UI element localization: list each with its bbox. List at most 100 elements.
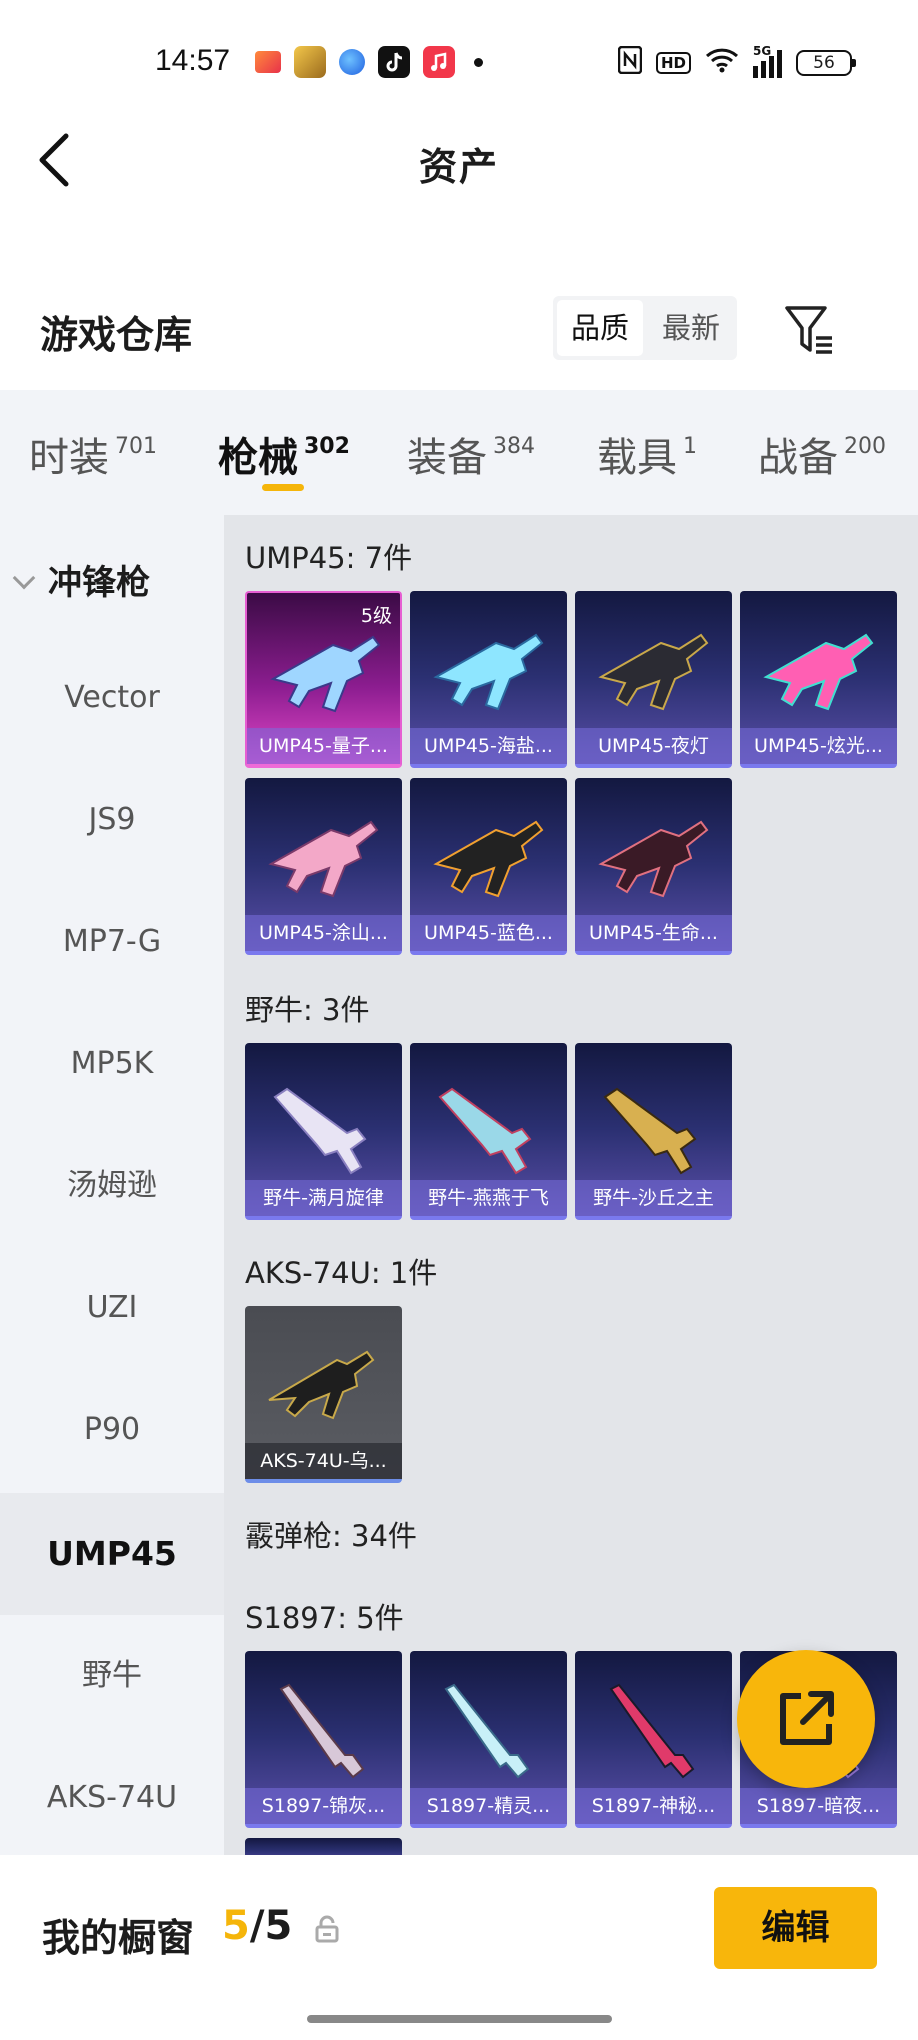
signal-icon: 5G	[753, 44, 782, 78]
smg-icon	[268, 820, 379, 898]
skin-card[interactable]: UMP45-夜灯	[575, 591, 732, 768]
tab-gear[interactable]: 战备 200	[758, 425, 886, 483]
network-type: 5G	[753, 43, 772, 58]
showcase-title: 我的橱窗	[42, 1916, 195, 1960]
battery-icon: 56	[796, 49, 856, 76]
sidebar-item-uzi[interactable]: UZI	[0, 1247, 224, 1369]
browser-notification-icon	[339, 49, 365, 75]
skin-card[interactable]: S1897-锦灰...	[245, 1651, 402, 1828]
smg-icon	[270, 635, 381, 713]
smg-icon	[273, 1087, 367, 1175]
skin-name: UMP45-炫光...	[740, 728, 897, 764]
sidebar-item-ump45[interactable]: UMP45	[0, 1493, 224, 1615]
skin-card[interactable]: 野牛-满月旋律	[245, 1043, 402, 1220]
skin-name: UMP45-生命...	[575, 915, 732, 951]
sort-by-newest[interactable]: 最新	[648, 300, 734, 356]
sidebar-item-p90[interactable]: P90	[0, 1369, 224, 1491]
group-title: S1897: 5件	[245, 1601, 404, 1635]
filter-icon	[785, 306, 832, 354]
tiktok-notification-icon	[378, 46, 410, 78]
tab-count: 701	[115, 434, 157, 459]
music-notification-icon	[423, 46, 455, 78]
level-badge: 5级	[360, 605, 392, 627]
tab-count: 1	[683, 434, 697, 459]
skin-name: UMP45-夜灯	[575, 728, 732, 764]
skin-card[interactable]: UMP45-生命...	[575, 778, 732, 955]
tab-count: 200	[844, 434, 886, 459]
skin-name: S1897-锦灰...	[245, 1788, 402, 1824]
smg-icon	[433, 820, 544, 898]
sidebar-item-aks74u[interactable]: AKS-74U	[0, 1737, 224, 1859]
skin-card[interactable]: 5级 UMP45-量子...	[245, 591, 402, 768]
external-link-icon	[780, 1691, 834, 1745]
group-title: 霰弹枪: 34件	[245, 1519, 417, 1553]
skin-card-partial[interactable]	[245, 1838, 402, 1855]
tab-outfit[interactable]: 时装 701	[29, 425, 157, 483]
active-tab-indicator	[262, 484, 304, 491]
skin-card[interactable]: UMP45-炫光...	[740, 591, 897, 768]
notification-icons	[255, 46, 483, 78]
sidebar-item-bizon[interactable]: 野牛	[0, 1615, 224, 1737]
skin-name: S1897-精灵...	[410, 1788, 567, 1824]
skin-name: 野牛-燕燕于飞	[410, 1180, 567, 1216]
more-notifications-icon	[474, 57, 483, 67]
skin-name: UMP45-涂山...	[245, 915, 402, 951]
chevron-down-icon	[12, 566, 36, 590]
skin-name: S1897-暗夜...	[740, 1788, 897, 1824]
skin-card[interactable]: S1897-神秘...	[575, 1651, 732, 1828]
app-screen: 14:57 HD 5G 56 资产 游戏仓库 品质 最新 时装 701 枪械 3…	[0, 0, 918, 2040]
rifle-icon	[268, 1350, 375, 1420]
app-notification-icon	[255, 51, 281, 73]
smg-icon	[433, 633, 544, 711]
skin-card[interactable]: UMP45-涂山...	[245, 778, 402, 955]
sort-toggle: 品质 最新	[553, 296, 737, 360]
skin-card[interactable]: S1897-精灵...	[410, 1651, 567, 1828]
sidebar-item-js9[interactable]: JS9	[0, 759, 224, 881]
showcase-count: 5/5	[222, 1903, 293, 1949]
tab-equipment[interactable]: 装备 384	[407, 425, 535, 483]
lock-icon	[315, 1915, 339, 1943]
skin-name: 野牛-沙丘之主	[575, 1180, 732, 1216]
filter-button[interactable]	[783, 302, 839, 358]
nfc-icon	[617, 45, 643, 79]
edit-button[interactable]: 编辑	[714, 1887, 877, 1969]
skin-card[interactable]: 野牛-燕燕于飞	[410, 1043, 567, 1220]
hd-icon: HD	[655, 51, 691, 74]
skin-name: 野牛-满月旋律	[245, 1180, 402, 1216]
page-title: 资产	[418, 145, 499, 189]
skin-card[interactable]: 野牛-沙丘之主	[575, 1043, 732, 1220]
game-notification-icon	[294, 46, 326, 78]
system-icons: HD 5G 56	[617, 44, 856, 79]
skin-card[interactable]: AKS-74U-乌...	[245, 1306, 402, 1483]
share-button[interactable]	[737, 1650, 875, 1788]
tab-vehicles[interactable]: 载具 1	[597, 425, 697, 483]
smg-icon	[598, 820, 709, 898]
sidebar-item-mp5k[interactable]: MP5K	[0, 1003, 224, 1125]
group-title: AKS-74U: 1件	[245, 1256, 438, 1290]
smg-icon	[603, 1087, 697, 1175]
group-title: 野牛: 3件	[245, 993, 370, 1027]
category-tabs: 时装 701 枪械 302 装备 384 载具 1 战备 200	[0, 390, 918, 515]
tab-count: 384	[493, 434, 535, 459]
smg-icon	[438, 1087, 532, 1175]
tab-count: 302	[304, 434, 350, 459]
tab-guns[interactable]: 枪械 302	[218, 425, 350, 483]
section-title: 游戏仓库	[40, 313, 193, 357]
status-time: 14:57	[155, 44, 231, 77]
sidebar-item-mp7g[interactable]: MP7-G	[0, 881, 224, 1003]
skin-card[interactable]: UMP45-海盐...	[410, 591, 567, 768]
sort-by-quality[interactable]: 品质	[557, 300, 643, 356]
wifi-icon	[705, 47, 739, 78]
smg-icon	[763, 633, 874, 711]
skin-card[interactable]: UMP45-蓝色...	[410, 778, 567, 955]
status-bar: 14:57 HD 5G 56	[0, 38, 918, 86]
sidebar-category-smg[interactable]: 冲锋枪	[12, 555, 150, 604]
skin-name: AKS-74U-乌...	[245, 1443, 402, 1479]
sidebar-item-vector[interactable]: Vector	[0, 637, 224, 759]
weapon-sidebar: 冲锋枪 Vector JS9 MP7-G MP5K 汤姆逊 UZI P90 UM…	[0, 515, 224, 1855]
home-indicator[interactable]	[307, 2015, 612, 2023]
sidebar-item-thompson[interactable]: 汤姆逊	[0, 1125, 224, 1247]
skin-name: UMP45-海盐...	[410, 728, 567, 764]
smg-icon	[598, 633, 709, 711]
shotgun-icon	[279, 1683, 365, 1779]
